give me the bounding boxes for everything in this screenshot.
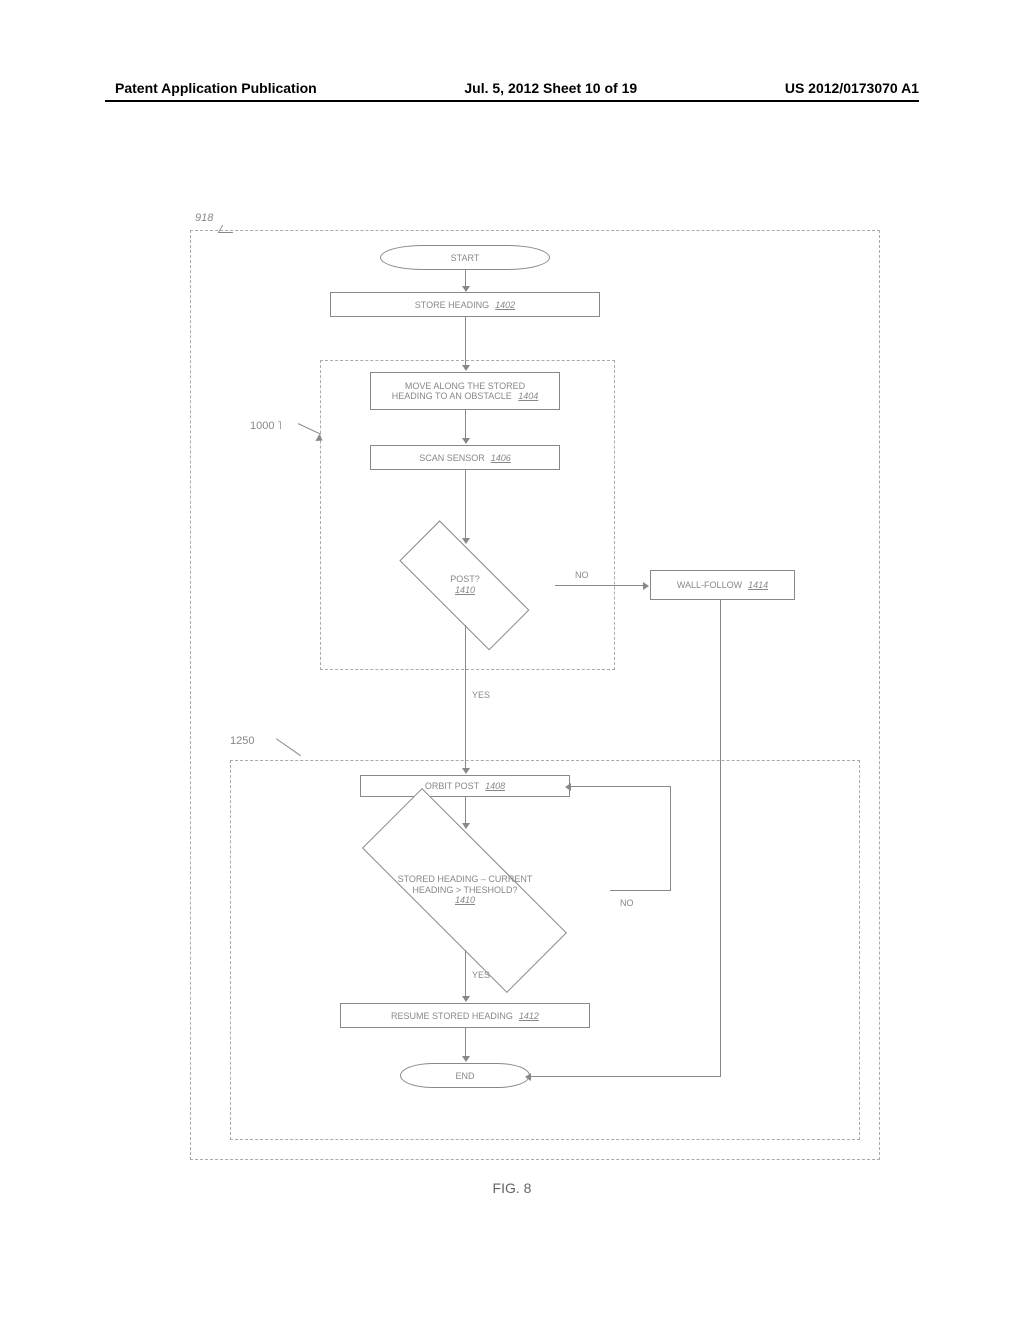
flowline <box>610 890 670 891</box>
resume-text: RESUME STORED HEADING <box>391 1011 513 1021</box>
store-heading-text: STORE HEADING <box>415 300 489 310</box>
flowline <box>465 1028 466 1058</box>
page-header: Patent Application Publication Jul. 5, 2… <box>0 80 1024 96</box>
flowline <box>555 585 645 586</box>
arrow-left-icon <box>525 1073 531 1081</box>
arrow-down-icon <box>462 1056 470 1062</box>
arrow-left-icon <box>565 783 571 791</box>
flowline <box>570 786 671 787</box>
yes-label-2: YES <box>472 970 490 980</box>
threshold-decision: STORED HEADING – CURRENT HEADING > THESH… <box>320 830 610 950</box>
header-left: Patent Application Publication <box>115 80 317 96</box>
flowline <box>465 410 466 440</box>
resume-process: RESUME STORED HEADING 1412 <box>340 1003 590 1028</box>
end-label: END <box>455 1071 474 1081</box>
orbit-post-ref: 1408 <box>485 781 505 791</box>
scan-sensor-process: SCAN SENSOR 1406 <box>370 445 560 470</box>
header-rule <box>105 100 919 102</box>
flowline <box>465 470 466 540</box>
move-along-line1: MOVE ALONG THE STORED <box>405 381 525 391</box>
flowline <box>670 786 671 891</box>
resume-ref: 1412 <box>519 1011 539 1021</box>
no-label-1: NO <box>575 570 589 580</box>
ref-1250-label: 1250 <box>230 735 254 747</box>
end-terminator: END <box>400 1063 530 1088</box>
post-q-ref: 1410 <box>450 585 480 596</box>
move-along-process: MOVE ALONG THE STORED HEADING TO AN OBST… <box>370 372 560 410</box>
orbit-post-process: ORBIT POST 1408 <box>360 775 570 797</box>
yes-label-1: YES <box>472 690 490 700</box>
post-q-text: POST? <box>450 574 480 585</box>
figure-caption: FIG. 8 <box>0 1180 1024 1196</box>
threshold-line1: STORED HEADING – CURRENT <box>398 874 533 885</box>
start-label: START <box>451 253 480 263</box>
header-center: Jul. 5, 2012 Sheet 10 of 19 <box>464 80 637 96</box>
ref-1000-label: 1000 ˥ <box>250 420 282 432</box>
flowline <box>530 1076 721 1077</box>
flowline <box>465 950 466 998</box>
wall-follow-text: WALL-FOLLOW <box>677 580 742 590</box>
flowline <box>465 797 466 825</box>
orbit-post-text: ORBIT POST <box>425 781 479 791</box>
wall-follow-ref: 1414 <box>748 580 768 590</box>
ref-918-label: 918 <box>195 212 213 224</box>
store-heading-ref: 1402 <box>495 300 515 310</box>
move-along-ref: 1404 <box>518 391 538 401</box>
flowchart: START STORE HEADING 1402 MOVE ALONG THE … <box>190 230 890 1160</box>
post-decision: POST? 1410 <box>375 545 555 625</box>
scan-sensor-text: SCAN SENSOR <box>419 453 485 463</box>
flowline <box>720 600 721 1076</box>
flowline <box>465 625 466 770</box>
arrow-down-icon <box>462 438 470 444</box>
store-heading-process: STORE HEADING 1402 <box>330 292 600 317</box>
threshold-ref: 1410 <box>398 895 533 906</box>
no-label-2: NO <box>620 898 634 908</box>
arrow-down-icon <box>462 996 470 1002</box>
arrow-right-icon <box>643 582 649 590</box>
move-along-line2: HEADING TO AN OBSTACLE <box>392 391 512 401</box>
threshold-line2: HEADING > THESHOLD? <box>398 885 533 896</box>
scan-sensor-ref: 1406 <box>491 453 511 463</box>
start-terminator: START <box>380 245 550 270</box>
wall-follow-process: WALL-FOLLOW 1414 <box>650 570 795 600</box>
header-right: US 2012/0173070 A1 <box>785 80 919 96</box>
